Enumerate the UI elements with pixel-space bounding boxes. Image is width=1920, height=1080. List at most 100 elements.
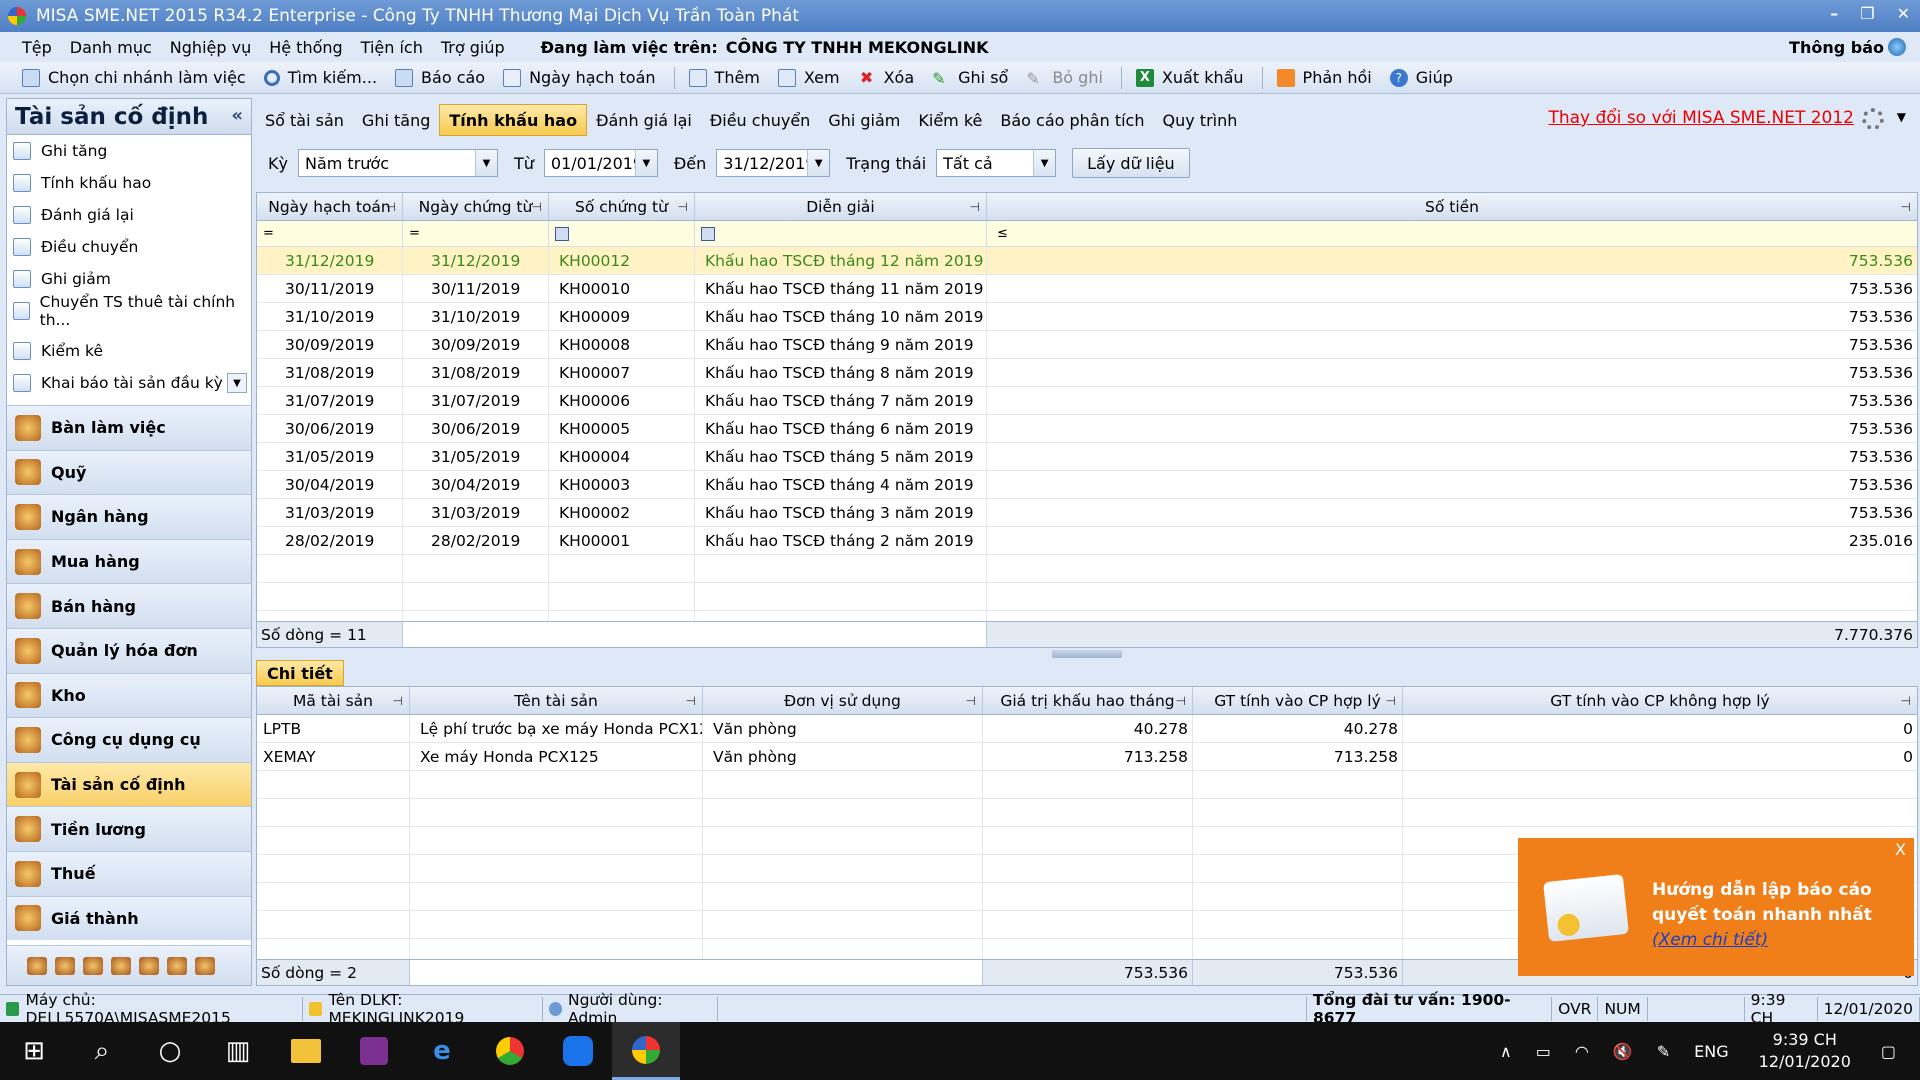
battery-icon[interactable]: ▭ bbox=[1536, 1042, 1551, 1061]
wifi-icon[interactable]: ◠ bbox=[1575, 1042, 1589, 1061]
shortcut-icon[interactable] bbox=[167, 956, 187, 975]
detail-row[interactable]: LPTB Lệ phí trước bạ xe máy Honda PCX125 V… bbox=[257, 715, 1917, 743]
menu-file[interactable]: Tệp bbox=[22, 38, 52, 57]
detail-row[interactable]: XEMAY Xe máy Honda PCX125 Văn phòng 713.258… bbox=[257, 743, 1917, 771]
tab-transfer[interactable]: Điều chuyển bbox=[701, 104, 819, 136]
pin-icon[interactable]: ⊣ bbox=[393, 694, 403, 708]
chevron-up-icon[interactable]: ∧ bbox=[1500, 1042, 1512, 1061]
filter-voucher-date[interactable]: = bbox=[403, 221, 549, 246]
minimize-icon[interactable]: – bbox=[1830, 4, 1838, 23]
module-costing[interactable]: Giá thành bbox=[7, 895, 251, 941]
table-row[interactable]: 30/09/2019 30/09/2019 KH00008 Khấu hao TSCĐ… bbox=[257, 331, 1917, 359]
tab-detail[interactable]: Chi tiết bbox=[256, 660, 344, 686]
menu-operations[interactable]: Nghiệp vụ bbox=[170, 38, 251, 57]
table-row[interactable]: 30/06/2019 30/06/2019 KH00005 Khấu hao TSCĐ… bbox=[257, 415, 1917, 443]
col-valid-cost[interactable]: GT tính vào CP hợp lý ⊣ bbox=[1193, 687, 1403, 714]
module-sales[interactable]: Bán hàng bbox=[7, 583, 251, 628]
period-select[interactable]: Năm trước ▼ bbox=[297, 149, 498, 177]
table-row[interactable]: 31/03/2019 31/03/2019 KH00002 Khấu hao TSCĐ… bbox=[257, 499, 1917, 527]
pin-icon[interactable]: ⊣ bbox=[1901, 694, 1911, 708]
menu-utilities[interactable]: Tiện ích bbox=[361, 38, 423, 57]
shortcut-icon[interactable] bbox=[27, 956, 47, 975]
pin-icon[interactable]: ⊣ bbox=[966, 694, 976, 708]
chrome-icon[interactable] bbox=[476, 1022, 544, 1080]
close-icon[interactable]: ✕ bbox=[1897, 4, 1910, 23]
feedback-button[interactable]: Phản hồi bbox=[1276, 68, 1372, 87]
col-asset-name[interactable]: Tên tài sản ⊣ bbox=[410, 687, 703, 714]
misa-taskbar-icon[interactable] bbox=[612, 1022, 680, 1080]
chevron-down-icon[interactable]: ▼ bbox=[634, 150, 657, 176]
empty-row[interactable] bbox=[257, 583, 1917, 611]
col-invalid-cost[interactable]: GT tính vào CP không hợp lý ⊣ bbox=[1403, 687, 1917, 714]
help-button[interactable]: ? Giúp bbox=[1389, 68, 1453, 87]
windows-start-icon[interactable]: ⊞ bbox=[0, 1022, 68, 1080]
col-voucher-no[interactable]: Số chứng từ ⊣ bbox=[549, 193, 695, 220]
promo-link[interactable]: (Xem chi tiết) bbox=[1652, 930, 1768, 950]
shortcut-icon[interactable] bbox=[83, 956, 103, 975]
empty-row[interactable] bbox=[257, 771, 1917, 799]
notify-button[interactable]: Thông báo bbox=[1789, 38, 1884, 57]
close-icon[interactable]: X bbox=[1895, 840, 1906, 859]
pin-icon[interactable]: ⊣ bbox=[678, 200, 688, 214]
zalo-icon[interactable] bbox=[544, 1022, 612, 1080]
chevron-down-icon[interactable]: ▼ bbox=[807, 150, 830, 176]
collapse-icon[interactable]: « bbox=[231, 105, 243, 126]
table-row[interactable]: 28/02/2019 28/02/2019 KH00001 Khấu hao TSCĐ… bbox=[257, 527, 1917, 555]
pin-icon[interactable]: ⊣ bbox=[386, 200, 396, 214]
pdf-app-icon[interactable] bbox=[340, 1022, 408, 1080]
table-row[interactable]: 30/04/2019 30/04/2019 KH00003 Khấu hao TSCĐ… bbox=[257, 471, 1917, 499]
edge-icon[interactable]: e bbox=[408, 1022, 476, 1080]
pen-icon[interactable]: ✎ bbox=[1657, 1042, 1670, 1061]
table-row[interactable]: 31/07/2019 31/07/2019 KH00006 Khấu hao TSCĐ… bbox=[257, 387, 1917, 415]
col-voucher-date[interactable]: Ngày chứng từ ⊣ bbox=[403, 193, 549, 220]
chevron-down-icon[interactable]: ▼ bbox=[1033, 150, 1056, 176]
table-row[interactable]: 31/05/2019 31/05/2019 KH00004 Khấu hao TSCĐ… bbox=[257, 443, 1917, 471]
dropdown-arrow-icon[interactable]: ▼ bbox=[227, 373, 247, 393]
shortcut-icon[interactable] bbox=[139, 956, 159, 975]
pin-icon[interactable]: ⊣ bbox=[532, 200, 542, 214]
tab-process[interactable]: Quy trình bbox=[1154, 104, 1247, 136]
file-explorer-icon[interactable] bbox=[272, 1022, 340, 1080]
table-row[interactable]: 31/10/2019 31/10/2019 KH00009 Khấu hao TSCĐ… bbox=[257, 303, 1917, 331]
sidebar-item-decrease[interactable]: Ghi giảm bbox=[7, 263, 251, 295]
module-fixed-assets[interactable]: Tài sản cố định bbox=[7, 761, 251, 807]
delete-button[interactable]: ✖ Xóa bbox=[858, 68, 914, 87]
filter-posting-date[interactable]: = bbox=[257, 221, 403, 246]
report-button[interactable]: Báo cáo bbox=[395, 68, 485, 87]
export-button[interactable]: X Xuất khẩu bbox=[1135, 68, 1244, 87]
col-asset-code[interactable]: Mã tài sản ⊣ bbox=[257, 687, 410, 714]
sidebar-item-revaluation[interactable]: Đánh giá lại bbox=[7, 199, 251, 231]
module-invoice[interactable]: Quản lý hóa đơn bbox=[7, 627, 251, 673]
module-desk[interactable]: Bàn làm việc bbox=[7, 405, 251, 450]
sidebar-item-finance-lease[interactable]: Chuyển TS thuê tài chính th... bbox=[7, 293, 251, 329]
table-row[interactable]: 31/12/2019 31/12/2019 KH00012 Khấu hao TSCĐ… bbox=[257, 247, 1917, 275]
volume-muted-icon[interactable]: 🔇 bbox=[1613, 1042, 1633, 1061]
from-date-input[interactable]: 01/01/2019 ▼ bbox=[543, 149, 658, 177]
globe-icon[interactable] bbox=[1888, 38, 1906, 56]
tab-asset-book[interactable]: Sổ tài sản bbox=[256, 104, 353, 136]
sidebar-item-depreciation[interactable]: Tính khấu hao bbox=[7, 167, 251, 199]
search-button[interactable]: Tìm kiếm... bbox=[263, 68, 377, 87]
col-amount[interactable]: Số tiền ⊣ bbox=[987, 193, 1917, 220]
module-purchase[interactable]: Mua hàng bbox=[7, 538, 251, 584]
pin-icon[interactable]: ⊣ bbox=[1901, 200, 1911, 214]
change-link[interactable]: Thay đổi so với MISA SME.NET 2012 bbox=[1548, 108, 1854, 128]
menu-system[interactable]: Hệ thống bbox=[269, 38, 342, 57]
chevron-down-icon[interactable]: ▼ bbox=[1897, 110, 1906, 124]
chevron-down-icon[interactable]: ▼ bbox=[474, 150, 497, 176]
pin-icon[interactable]: ⊣ bbox=[686, 694, 696, 708]
module-payroll[interactable]: Tiền lương bbox=[7, 806, 251, 851]
filter-amount[interactable]: ≤ bbox=[987, 221, 1917, 246]
menu-help[interactable]: Trợ giúp bbox=[441, 38, 505, 57]
to-date-input[interactable]: 31/12/2019 ▼ bbox=[716, 149, 831, 177]
empty-row[interactable] bbox=[257, 555, 1917, 583]
task-view-icon[interactable]: ▥ bbox=[204, 1022, 272, 1080]
col-description[interactable]: Diễn giải ⊣ bbox=[695, 193, 987, 220]
branch-button[interactable]: Chọn chi nhánh làm việc bbox=[22, 68, 246, 87]
col-posting-date[interactable]: Ngày hạch toán ⊣ bbox=[257, 193, 403, 220]
module-tax[interactable]: Thuế bbox=[7, 850, 251, 896]
pin-icon[interactable]: ⊣ bbox=[1176, 694, 1186, 708]
tab-depreciation[interactable]: Tính khấu hao bbox=[439, 104, 588, 136]
sidebar-item-opening[interactable]: Khai báo tài sản đầu kỳ ▼ bbox=[7, 367, 251, 399]
shortcut-icon[interactable] bbox=[111, 956, 131, 975]
